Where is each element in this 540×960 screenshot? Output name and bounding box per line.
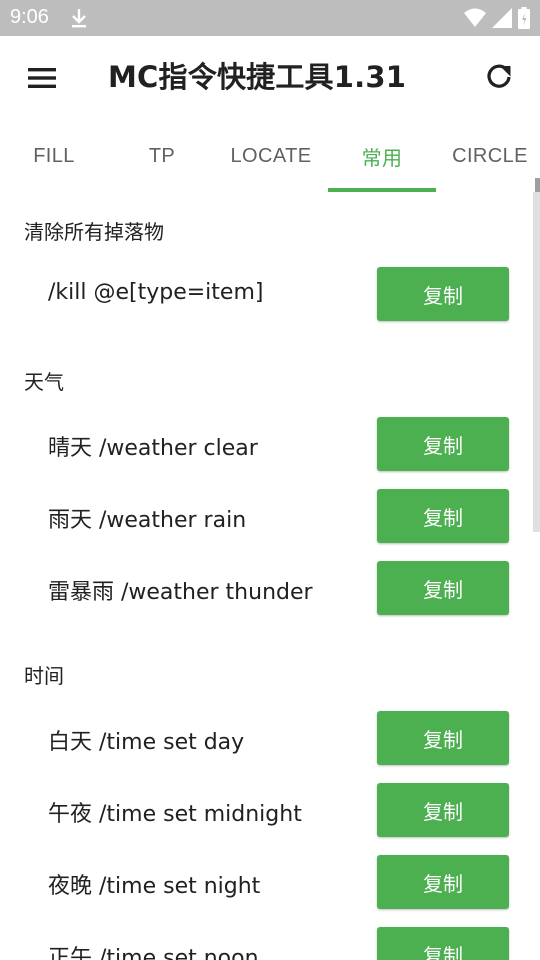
command-list: 清除所有掉落物 /kill @e[type=item] 复制 天气 晴天 /we… — [0, 192, 540, 960]
menu-icon[interactable] — [26, 64, 58, 92]
command-text: /kill @e[type=item] — [48, 280, 264, 305]
tab-tp[interactable]: TP — [108, 120, 216, 192]
status-bar: 9:06 — [0, 0, 540, 36]
download-icon — [72, 9, 86, 28]
copy-button[interactable]: 复制 — [377, 489, 509, 543]
status-time: 9:06 — [10, 6, 49, 28]
tab-bar: FILL TP LOCATE 常用 CIRCLE — [0, 120, 540, 192]
refresh-icon[interactable] — [484, 62, 514, 92]
tab-circle[interactable]: CIRCLE — [436, 120, 540, 192]
tab-common[interactable]: 常用 — [328, 120, 436, 192]
section-title: 天气 — [24, 370, 64, 394]
command-text: 晴天 /weather clear — [48, 436, 258, 461]
battery-icon — [518, 7, 530, 29]
copy-button[interactable]: 复制 — [377, 561, 509, 615]
copy-button[interactable]: 复制 — [377, 711, 509, 765]
copy-button[interactable]: 复制 — [377, 783, 509, 837]
app-bar: MC指令快捷工具1.31 — [0, 36, 540, 120]
command-text: 雨天 /weather rain — [48, 508, 247, 533]
command-text: 正午 /time set noon — [48, 946, 259, 960]
copy-button[interactable]: 复制 — [377, 927, 509, 960]
wifi-icon — [464, 8, 486, 27]
tab-locate[interactable]: LOCATE — [217, 120, 325, 192]
section-title: 时间 — [24, 664, 64, 688]
status-icons — [464, 6, 530, 30]
signal-icon — [492, 8, 512, 28]
command-text: 白天 /time set day — [48, 730, 245, 755]
command-text: 午夜 /time set midnight — [48, 802, 302, 827]
command-text: 雷暴雨 /weather thunder — [48, 580, 313, 605]
copy-button[interactable]: 复制 — [377, 417, 509, 471]
app-title: MC指令快捷工具1.31 — [108, 60, 407, 94]
command-text: 夜晚 /time set night — [48, 874, 261, 899]
copy-button[interactable]: 复制 — [377, 855, 509, 909]
scrollbar[interactable] — [533, 192, 540, 532]
section-title: 清除所有掉落物 — [24, 220, 164, 244]
copy-button[interactable]: 复制 — [377, 267, 509, 321]
tab-fill[interactable]: FILL — [0, 120, 108, 192]
